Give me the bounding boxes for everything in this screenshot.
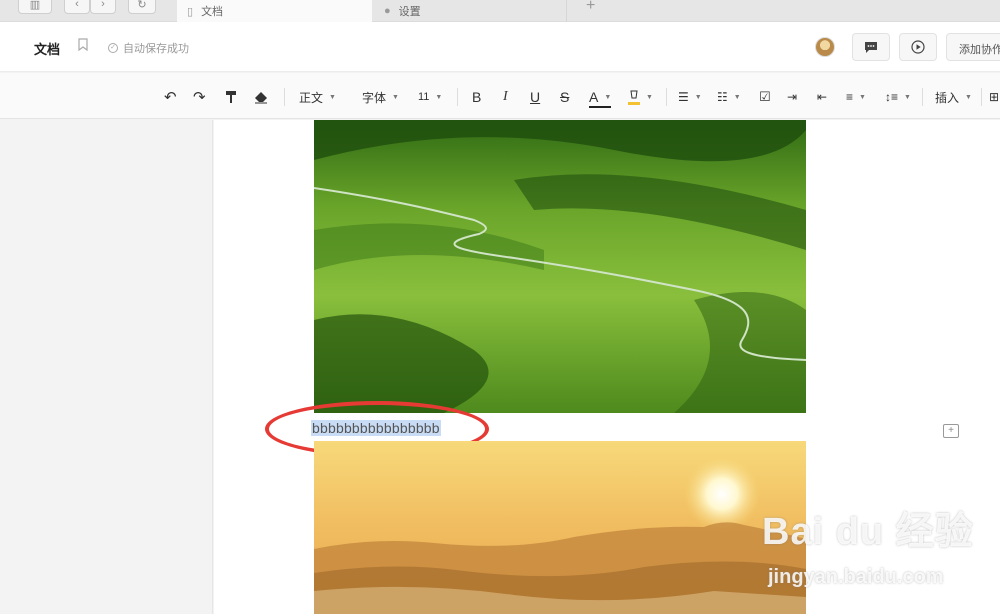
paragraph-style-select[interactable]: 正文 ▼ [299, 88, 336, 106]
reload-icon: ↻ [137, 0, 147, 11]
play-icon [911, 40, 925, 54]
bold-label: B [472, 89, 482, 105]
chevron-down-icon: ▼ [694, 93, 702, 101]
highlighter-icon [628, 90, 640, 105]
line-spacing-icon: ↕≡ [885, 90, 899, 104]
checklist-button[interactable]: ☑ [759, 88, 771, 106]
chevron-down-icon: ▼ [392, 93, 399, 101]
bookmark-icon[interactable] [78, 38, 88, 54]
save-status-text: 自动保存成功 [123, 43, 189, 55]
highlight-color-button[interactable]: ▼ [628, 88, 653, 106]
redo-icon: ↷ [193, 89, 206, 106]
undo-icon: ↶ [164, 89, 177, 106]
more-tools-button[interactable]: ⊞ [989, 88, 999, 106]
toolbar-divider [981, 88, 982, 106]
font-family-select[interactable]: 字体 ▼ [362, 88, 399, 106]
forward-button[interactable]: › [90, 0, 116, 14]
indent-button[interactable]: ⇥ [787, 88, 797, 106]
font-color-label: A [589, 89, 599, 105]
new-tab-button[interactable]: + [586, 0, 595, 15]
watermark-brand: Bai du 经验 [762, 511, 974, 553]
comments-button[interactable] [852, 33, 890, 61]
tab-label: 设置 [398, 6, 421, 18]
undo-button[interactable]: ↶ [164, 88, 177, 106]
sidebar-toggle-button[interactable]: ▥ [18, 0, 52, 14]
font-size-select[interactable]: 11 ▼ [418, 88, 442, 106]
outdent-button[interactable]: ⇤ [817, 88, 827, 106]
save-status: ✓ 自动保存成功 [108, 40, 189, 56]
bullet-list-icon: ☷ [717, 90, 728, 104]
chevron-down-icon: ▼ [604, 93, 612, 101]
avatar[interactable] [815, 37, 835, 57]
ordered-list-button[interactable]: ☰ ▼ [678, 88, 702, 106]
format-painter-button[interactable] [225, 88, 237, 106]
checkbox-icon: ☑ [759, 89, 771, 104]
toolbar-divider [457, 88, 458, 106]
align-left-icon: ≡ [846, 90, 854, 104]
tab-settings[interactable]: ● 设置 [374, 0, 567, 22]
toolbar-divider [284, 88, 285, 106]
browser-tab-strip: ▥ ‹ › ↻ ▯ 文档 ● 设置 + [0, 0, 1000, 22]
outline-sidebar [0, 120, 213, 614]
tab-document[interactable]: ▯ 文档 [177, 0, 372, 22]
strikethrough-label: S [560, 89, 570, 105]
document-icon: ▯ [187, 5, 194, 18]
eraser-icon [255, 91, 267, 103]
underline-label: U [530, 89, 541, 105]
baidu-watermark: Bai du 经验 [762, 500, 974, 555]
font-color-button[interactable]: A ▼ [589, 88, 612, 108]
bullet-list-button[interactable]: ☷ ▼ [717, 88, 741, 106]
style-select-value: 正文 [299, 90, 324, 105]
chevron-down-icon: ▼ [733, 93, 741, 101]
table-icon: ⊞ [989, 90, 1000, 104]
underline-button[interactable]: U [530, 88, 540, 106]
toolbar-divider [666, 88, 667, 106]
insert-label: 插入 [935, 90, 960, 105]
line-spacing-button[interactable]: ↕≡ ▼ [885, 88, 911, 106]
add-comment-icon[interactable]: + [943, 424, 959, 438]
redo-button[interactable]: ↷ [193, 88, 206, 106]
italic-label: I [503, 89, 508, 104]
watermark-url: jingyan.baidu.com [768, 566, 944, 588]
comment-icon [865, 41, 877, 53]
italic-button[interactable]: I [503, 88, 508, 106]
check-circle-icon: ✓ [108, 43, 118, 53]
toolbar-divider [922, 88, 923, 106]
outdent-icon: ⇤ [817, 90, 828, 104]
strikethrough-button[interactable]: S [560, 88, 569, 106]
chevron-down-icon: ▼ [965, 93, 972, 101]
tab-label: 文档 [201, 6, 224, 18]
landscape-image-green-hills[interactable] [314, 120, 806, 413]
align-button[interactable]: ≡ ▼ [846, 88, 866, 106]
font-select-value: 字体 [362, 90, 387, 105]
chevron-right-icon: › [101, 0, 105, 10]
formatting-toolbar: ↶ ↷ 正文 ▼ 字体 ▼ 11 ▼ B I U S A ▼ ▼ ☰ ▼ ☷ ▼ ☑ ⇥ ⇤… [0, 73, 1000, 119]
indent-icon: ⇥ [787, 90, 798, 104]
document-title[interactable]: 文档 [34, 39, 60, 58]
landscape-image-sunrise-mountains[interactable] [314, 441, 806, 614]
format-painter-icon [226, 91, 236, 103]
chevron-down-icon: ▼ [904, 93, 911, 101]
document-header: 文档 ✓ 自动保存成功 添加协作 [0, 22, 1000, 72]
presentation-button[interactable] [899, 33, 937, 61]
add-collaborator-button[interactable]: 添加协作 [946, 33, 1000, 61]
reload-button[interactable]: ↻ [128, 0, 156, 14]
plus-icon: + [586, 0, 596, 14]
ordered-list-icon: ☰ [678, 90, 689, 104]
clear-format-button[interactable] [254, 88, 268, 106]
chevron-left-icon: ‹ [75, 0, 79, 10]
bold-button[interactable]: B [472, 88, 481, 106]
chevron-down-icon: ▼ [329, 93, 336, 101]
chevron-down-icon: ▼ [859, 93, 866, 101]
chevron-down-icon: ▼ [435, 93, 443, 101]
back-button[interactable]: ‹ [64, 0, 90, 14]
settings-icon: ● [384, 5, 391, 17]
chevron-down-icon: ▼ [646, 93, 653, 101]
size-select-value: 11 [418, 91, 430, 103]
panel-icon: ▥ [29, 0, 41, 11]
insert-menu-button[interactable]: 插入 ▼ [935, 88, 972, 106]
